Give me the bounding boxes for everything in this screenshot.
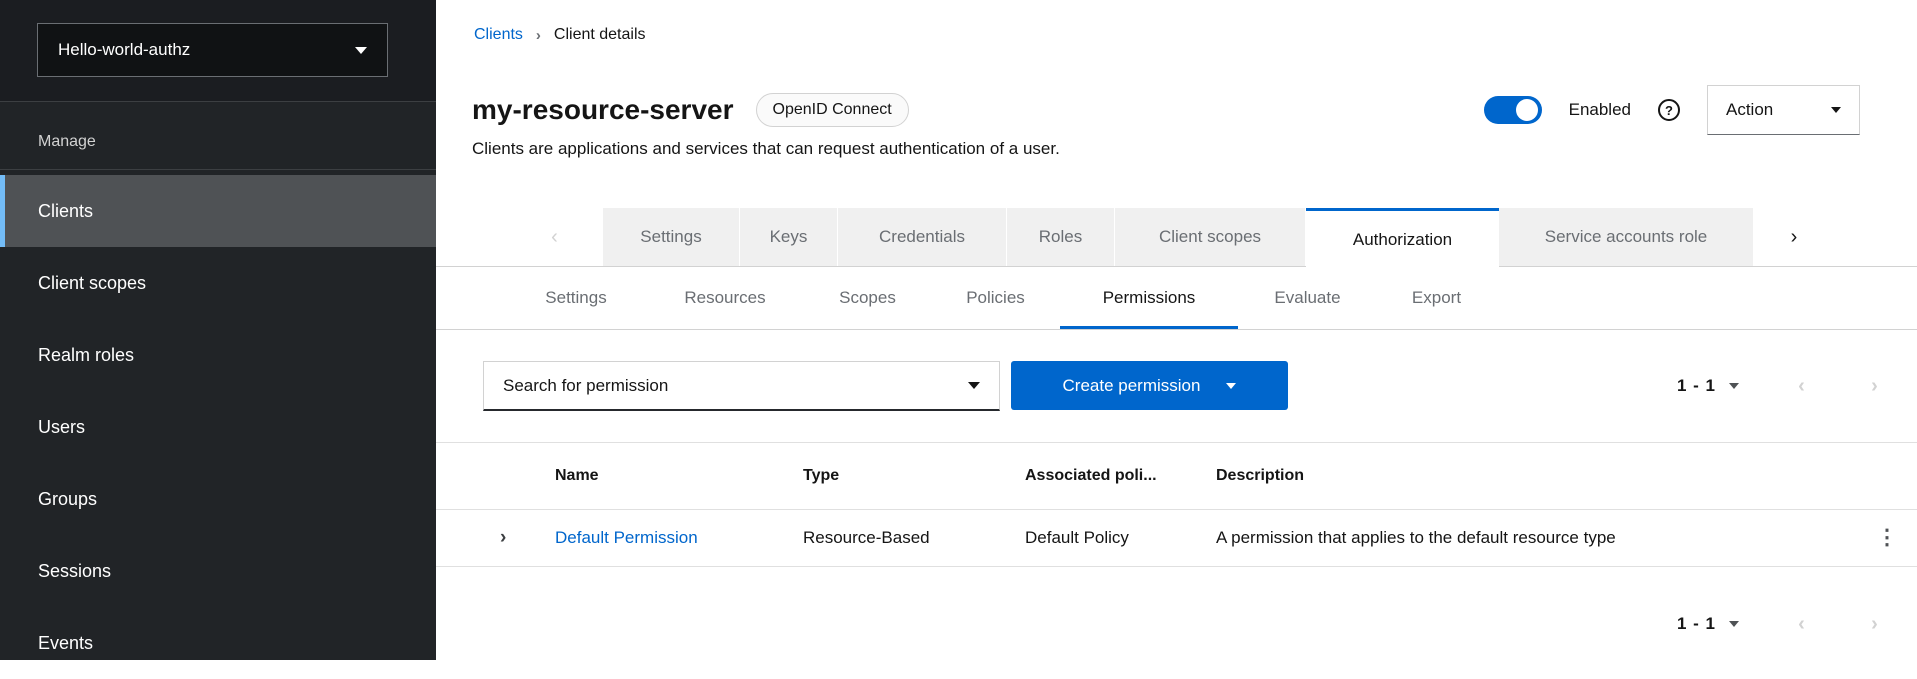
chevron-left-icon: ‹ bbox=[1798, 613, 1805, 635]
subtab-settings[interactable]: Settings bbox=[506, 267, 646, 329]
pagination-range: 1 - 1 bbox=[1677, 376, 1716, 396]
sidebar-item-users[interactable]: Users bbox=[0, 391, 436, 463]
page-title: my-resource-server bbox=[472, 88, 734, 132]
chevron-right-icon: › bbox=[1791, 226, 1798, 249]
realm-selector-dropdown[interactable]: Hello-world-authz bbox=[37, 23, 388, 77]
breadcrumb-clients-link[interactable]: Clients bbox=[474, 26, 523, 44]
tab-credentials[interactable]: Credentials bbox=[838, 208, 1007, 266]
tab-client-scopes[interactable]: Client scopes bbox=[1115, 208, 1306, 266]
table-header-row: Name Type Associated poli... Description bbox=[436, 442, 1917, 510]
client-tabs: ‹ Settings Keys Credentials Roles Client… bbox=[436, 208, 1917, 267]
sidebar-item-client-scopes[interactable]: Client scopes bbox=[0, 247, 436, 319]
subtab-export[interactable]: Export bbox=[1377, 267, 1496, 329]
permissions-table: Name Type Associated poli... Description… bbox=[436, 442, 1917, 567]
table-header-type: Type bbox=[803, 467, 1025, 485]
permission-description-cell: A permission that applies to the default… bbox=[1216, 528, 1857, 548]
pagination-prev-button[interactable]: ‹ bbox=[1779, 374, 1824, 399]
search-permission-select[interactable]: Search for permission bbox=[483, 361, 1000, 411]
chevron-left-icon: ‹ bbox=[1798, 375, 1805, 397]
permission-associated-policy-cell: Default Policy bbox=[1025, 528, 1216, 548]
row-kebab-menu-icon[interactable]: ⋮ bbox=[1877, 526, 1898, 549]
search-permission-placeholder: Search for permission bbox=[503, 376, 668, 396]
realm-selector-label: Hello-world-authz bbox=[58, 40, 190, 60]
table-header-associated-policy: Associated poli... bbox=[1025, 467, 1216, 485]
table-row: › Default Permission Resource-Based Defa… bbox=[436, 510, 1917, 567]
subtab-evaluate[interactable]: Evaluate bbox=[1238, 267, 1377, 329]
chevron-right-icon: › bbox=[1871, 375, 1878, 397]
sidebar-item-sessions[interactable]: Sessions bbox=[0, 535, 436, 607]
breadcrumb: Clients › Client details bbox=[474, 26, 646, 44]
pagination-next-button[interactable]: › bbox=[1852, 374, 1897, 399]
pagination-options-menu[interactable]: 1 - 1 bbox=[1677, 614, 1739, 634]
tab-settings[interactable]: Settings bbox=[603, 208, 740, 266]
tab-roles[interactable]: Roles bbox=[1007, 208, 1115, 266]
tabs-scroll-left-button[interactable]: ‹ bbox=[506, 208, 603, 266]
sidebar-item-events[interactable]: Events bbox=[0, 607, 436, 679]
tab-service-accounts-roles[interactable]: Service accounts role bbox=[1499, 208, 1754, 266]
breadcrumb-separator-icon: › bbox=[536, 27, 541, 44]
subtab-policies[interactable]: Policies bbox=[931, 267, 1060, 329]
action-dropdown[interactable]: Action bbox=[1707, 85, 1860, 135]
pagination-top: 1 - 1 ‹ › bbox=[1677, 361, 1897, 411]
enabled-label: Enabled bbox=[1569, 100, 1631, 120]
enabled-toggle[interactable] bbox=[1484, 96, 1542, 124]
create-permission-label: Create permission bbox=[1063, 376, 1201, 396]
chevron-left-icon: ‹ bbox=[551, 226, 558, 249]
pagination-options-menu[interactable]: 1 - 1 bbox=[1677, 376, 1739, 396]
protocol-badge: OpenID Connect bbox=[756, 93, 909, 127]
sidebar-item-realm-roles[interactable]: Realm roles bbox=[0, 319, 436, 391]
help-icon[interactable]: ? bbox=[1658, 99, 1680, 121]
subtab-permissions[interactable]: Permissions bbox=[1060, 267, 1238, 329]
permission-name-link[interactable]: Default Permission bbox=[555, 528, 698, 547]
page-description: Clients are applications and services th… bbox=[472, 139, 1060, 159]
caret-down-icon bbox=[1729, 621, 1739, 627]
sidebar-nav: Clients Client scopes Realm roles Users … bbox=[0, 170, 436, 679]
caret-down-icon bbox=[1831, 107, 1841, 113]
toggle-knob bbox=[1516, 99, 1538, 121]
page-header: my-resource-server OpenID Connect bbox=[472, 88, 909, 132]
tab-keys[interactable]: Keys bbox=[740, 208, 838, 266]
pagination-prev-button[interactable]: ‹ bbox=[1779, 612, 1824, 637]
pagination-nav: ‹ › bbox=[1779, 374, 1897, 399]
authorization-subtabs: Settings Resources Scopes Policies Permi… bbox=[436, 267, 1917, 330]
chevron-right-icon: › bbox=[1871, 613, 1878, 635]
caret-down-icon bbox=[968, 382, 980, 389]
table-header-description: Description bbox=[1216, 467, 1857, 485]
breadcrumb-current: Client details bbox=[554, 26, 646, 44]
sidebar: Hello-world-authz Manage Clients Client … bbox=[0, 0, 436, 660]
subtab-resources[interactable]: Resources bbox=[646, 267, 804, 329]
pagination-range: 1 - 1 bbox=[1677, 614, 1716, 634]
action-dropdown-label: Action bbox=[1726, 100, 1773, 120]
table-header-name: Name bbox=[555, 467, 803, 485]
subtab-scopes[interactable]: Scopes bbox=[804, 267, 931, 329]
caret-down-icon bbox=[1226, 383, 1236, 389]
tabs-scroll-right-button[interactable]: › bbox=[1754, 208, 1834, 266]
pagination-next-button[interactable]: › bbox=[1852, 612, 1897, 637]
sidebar-masthead: Hello-world-authz bbox=[0, 0, 436, 102]
sidebar-item-clients[interactable]: Clients bbox=[0, 175, 436, 247]
header-controls: Enabled ? Action bbox=[1484, 85, 1860, 135]
caret-down-icon bbox=[355, 47, 367, 54]
row-expand-toggle[interactable]: › bbox=[500, 527, 506, 548]
sidebar-section-title: Manage bbox=[0, 102, 436, 170]
permission-type-cell: Resource-Based bbox=[803, 528, 1025, 548]
create-permission-button[interactable]: Create permission bbox=[1011, 361, 1288, 410]
pagination-bottom: 1 - 1 ‹ › bbox=[1677, 599, 1897, 649]
pagination-nav: ‹ › bbox=[1779, 612, 1897, 637]
caret-down-icon bbox=[1729, 383, 1739, 389]
tab-authorization[interactable]: Authorization bbox=[1306, 208, 1499, 268]
sidebar-item-groups[interactable]: Groups bbox=[0, 463, 436, 535]
main-content: Clients › Client details my-resource-ser… bbox=[436, 0, 1917, 660]
